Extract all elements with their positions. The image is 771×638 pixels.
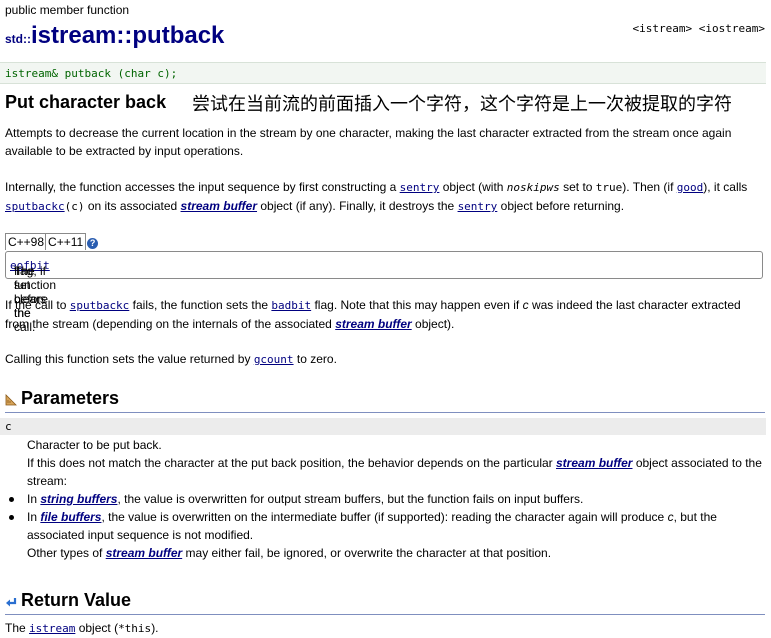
text: fails, the function sets the bbox=[129, 298, 272, 312]
parameters-section-header: Parameters bbox=[5, 388, 765, 413]
sputbackc-link[interactable]: sputbackc bbox=[70, 299, 130, 312]
parameter-detail: If this does not match the character at … bbox=[27, 454, 765, 490]
stream-buffer-link[interactable]: stream buffer bbox=[181, 199, 257, 213]
stream-buffer-link[interactable]: stream buffer bbox=[556, 456, 632, 470]
gcount-link[interactable]: gcount bbox=[254, 353, 294, 366]
return-value-section-header: Return Value bbox=[5, 590, 765, 615]
return-value-heading: Return Value bbox=[21, 590, 132, 610]
list-item: In file buffers, the value is overwritte… bbox=[9, 508, 765, 544]
description-paragraph-1: Attempts to decrease the current locatio… bbox=[5, 126, 732, 158]
stream-buffer-link[interactable]: stream buffer bbox=[335, 317, 411, 331]
version-box: The function clears the eofbit flag, if … bbox=[5, 251, 763, 334]
text: Calling this function sets the value ret… bbox=[5, 352, 254, 366]
text: ), it calls bbox=[703, 180, 748, 194]
sentry-link[interactable]: sentry bbox=[458, 200, 498, 213]
text: ). Then (if bbox=[622, 180, 677, 194]
text: object ( bbox=[75, 621, 119, 635]
description-paragraph-2: Internally, the function accesses the in… bbox=[5, 178, 765, 216]
prototype-code: istream& putback (char c); bbox=[5, 67, 178, 80]
text: Other types of bbox=[27, 546, 106, 560]
text: The bbox=[5, 621, 30, 635]
text: object). bbox=[411, 317, 455, 331]
title-separator: :: bbox=[116, 22, 133, 49]
short-description: Put character back bbox=[5, 92, 167, 112]
noskipws-text: noskipws bbox=[506, 181, 560, 194]
sputbackc-link[interactable]: sputbackc bbox=[5, 200, 65, 213]
text: flag. Note that this may happen even if bbox=[311, 298, 523, 312]
header-files: <istream> <iostream> bbox=[632, 22, 765, 35]
version-box-text: The function clears the eofbit flag, if … bbox=[10, 258, 56, 334]
text: , the value is overwritten on the interm… bbox=[101, 510, 668, 524]
this-code: *this bbox=[118, 622, 152, 635]
title-function: putback bbox=[132, 22, 225, 49]
description-paragraph-4: Calling this function sets the value ret… bbox=[5, 350, 765, 369]
text: may either fail, be ignored, or overwrit… bbox=[182, 546, 552, 560]
tab-cpp98[interactable]: C++98 bbox=[5, 233, 48, 250]
text: object (if any). Finally, it destroys th… bbox=[257, 199, 458, 213]
good-link[interactable]: good bbox=[677, 181, 704, 194]
list-item: In string buffers, the value is overwrit… bbox=[9, 490, 765, 508]
text: , the value is overwritten for output st… bbox=[117, 492, 584, 506]
parameter-description: Character to be put back. bbox=[27, 438, 162, 452]
help-icon[interactable]: ? bbox=[87, 238, 99, 249]
annotation-note: 尝试在当前流的前面插入一个字符，这个字符是上一次被提取的字符 bbox=[192, 94, 732, 115]
parameters-heading: Parameters bbox=[21, 388, 120, 408]
return-value-text: The istream object (*this). bbox=[5, 619, 765, 638]
file-buffers-link[interactable]: file buffers bbox=[40, 510, 101, 524]
parameter-name-row: c bbox=[0, 418, 766, 435]
parameter-other-note: Other types of stream buffer may either … bbox=[27, 544, 765, 562]
text: If the call to bbox=[5, 298, 70, 312]
true-code: true bbox=[595, 181, 623, 194]
description-paragraph-3: If the call to sputbackc fails, the func… bbox=[5, 296, 765, 333]
text: In bbox=[27, 510, 41, 524]
member-kind-label: public member function bbox=[5, 3, 130, 17]
text: on its associated bbox=[84, 199, 181, 213]
bullet bbox=[9, 515, 14, 520]
badbit-link[interactable]: badbit bbox=[271, 299, 311, 312]
return-value-icon bbox=[6, 598, 17, 607]
text: Internally, the function accesses the in… bbox=[5, 180, 400, 194]
title-namespace: std:: bbox=[5, 32, 31, 46]
bullet bbox=[9, 497, 14, 502]
page-title: std::istream::putback bbox=[5, 22, 224, 50]
version-tabs: C++98 C++11? bbox=[5, 233, 99, 250]
text: In bbox=[27, 492, 41, 506]
text: If this does not match the character at … bbox=[27, 456, 556, 470]
text: to zero. bbox=[293, 352, 337, 366]
string-buffers-link[interactable]: string buffers bbox=[40, 492, 117, 506]
istream-link[interactable]: istream bbox=[29, 622, 75, 635]
parameter-name: c bbox=[5, 420, 12, 433]
prototype-bar: istream& putback (char c); bbox=[0, 62, 766, 84]
text: set to bbox=[559, 180, 596, 194]
sputbackc-args: (c) bbox=[64, 200, 85, 213]
sentry-link[interactable]: sentry bbox=[400, 181, 440, 194]
parameters-icon bbox=[5, 394, 17, 406]
text: ). bbox=[151, 621, 159, 635]
tab-cpp11[interactable]: C++11 bbox=[45, 233, 87, 250]
stream-buffer-link[interactable]: stream buffer bbox=[106, 546, 182, 560]
text: object before returning. bbox=[497, 199, 625, 213]
title-class: istream bbox=[31, 22, 117, 49]
text: object (with bbox=[439, 180, 507, 194]
parameter-bullet-list: In string buffers, the value is overwrit… bbox=[9, 490, 765, 544]
